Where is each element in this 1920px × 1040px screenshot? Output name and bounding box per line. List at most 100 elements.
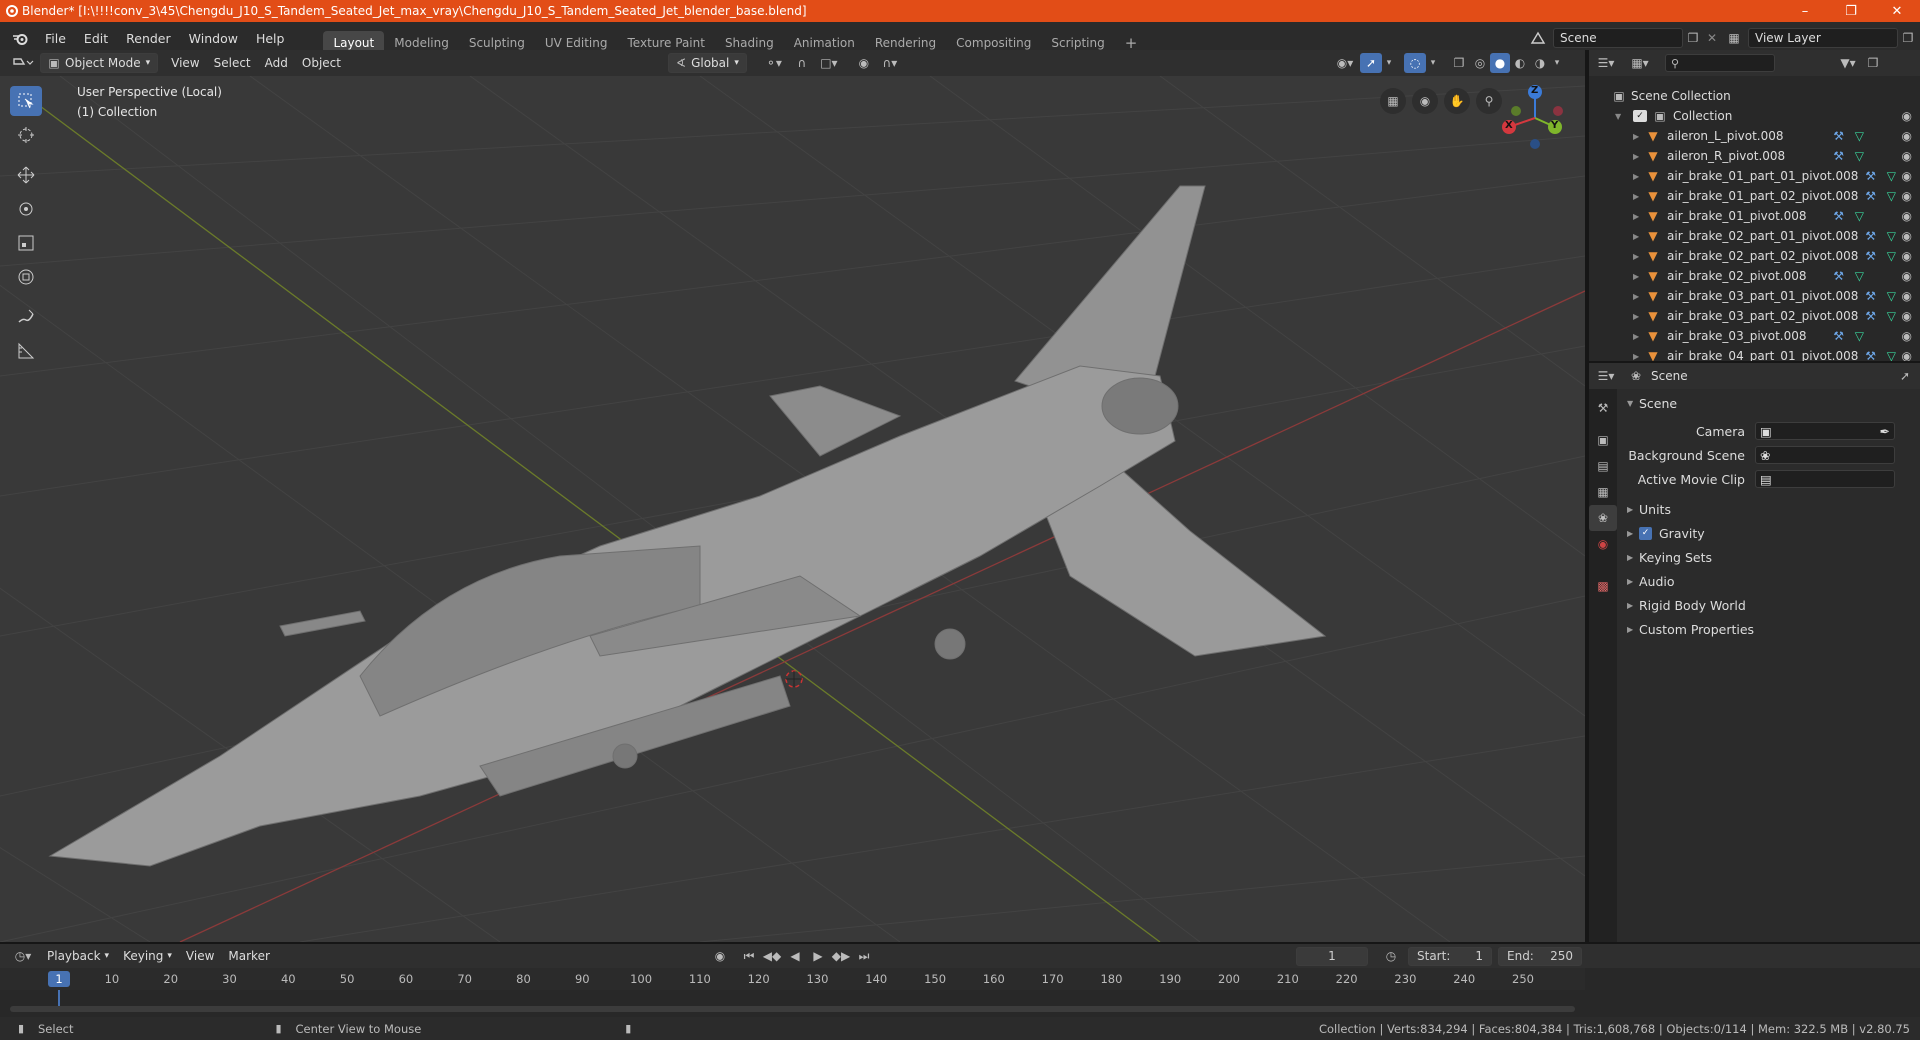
scene-tab-icon[interactable]: ❀ (1589, 505, 1617, 531)
gizmo-toggle-icon[interactable]: ➚ (1360, 53, 1382, 73)
mesh-data-icon[interactable]: ▽ (1887, 169, 1896, 183)
jump-start-icon[interactable]: ⏮ (739, 946, 759, 966)
preview-range-clock-icon[interactable]: ◷ (1380, 946, 1402, 966)
close-button[interactable]: ✕ (1874, 0, 1920, 22)
modifier-wrench-icon[interactable]: ⚒ (1865, 309, 1876, 323)
menu-file[interactable]: File (36, 28, 75, 50)
mesh-data-icon[interactable]: ▽ (1887, 289, 1896, 303)
world-tab-icon[interactable]: ◉ (1589, 531, 1617, 557)
texture-tab-icon[interactable]: ▩ (1589, 573, 1617, 599)
new-scene-icon[interactable]: ❐ (1683, 28, 1703, 48)
pivot-point-icon[interactable]: ⚬▾ (757, 53, 791, 73)
expand-arrow-icon[interactable]: ▶ (1633, 132, 1645, 141)
expand-arrow-icon[interactable]: ▶ (1633, 312, 1645, 321)
timeline-view-menu[interactable]: View (179, 946, 221, 966)
eye-icon[interactable]: ◉ (1902, 289, 1912, 303)
scene-selector-icon[interactable] (1525, 27, 1553, 49)
eye-icon[interactable]: ◉ (1902, 209, 1912, 223)
jump-end-icon[interactable]: ⏭ (854, 946, 874, 966)
timeline-ruler[interactable]: 10 20 30 40 50 60 70 80 90 100 110 120 130 140 150 160 1… (0, 968, 1585, 990)
scene-field[interactable]: Scene (1553, 28, 1683, 48)
properties-section-gravity[interactable]: ▶ ✓ Gravity (1617, 521, 1920, 545)
eye-icon[interactable]: ◉ (1902, 309, 1912, 323)
outliner-object-row[interactable]: ▶ ▼ air_brake_01_part_01_pivot.008 ⚒ ▽ ◉ (1589, 166, 1920, 186)
menu-window[interactable]: Window (180, 28, 247, 50)
modifier-wrench-icon[interactable]: ⚒ (1833, 209, 1844, 223)
properties-editor-icon[interactable]: ☰▾ (1589, 366, 1623, 386)
editor-type-icon[interactable] (6, 53, 40, 73)
mesh-data-icon[interactable]: ▽ (1855, 129, 1864, 143)
proportional-editing-icon[interactable]: ◉ (853, 53, 875, 73)
measure-tool-icon[interactable] (10, 336, 42, 366)
modifier-wrench-icon[interactable]: ⚒ (1833, 329, 1844, 343)
modifier-wrench-icon[interactable]: ⚒ (1865, 249, 1876, 263)
menu-render[interactable]: Render (117, 28, 180, 50)
outliner-object-row[interactable]: ▶ ▼ aileron_L_pivot.008 ⚒ ▽ ◉ (1589, 126, 1920, 146)
modifier-wrench-icon[interactable]: ⚒ (1865, 289, 1876, 303)
viewport-menu-object[interactable]: Object (295, 53, 348, 73)
scale-tool-icon[interactable] (10, 228, 42, 258)
marker-menu[interactable]: Marker (221, 946, 276, 966)
checkbox-icon[interactable]: ✓ (1633, 110, 1647, 122)
modifier-wrench-icon[interactable]: ⚒ (1865, 189, 1876, 203)
expand-arrow-icon[interactable]: ▶ (1633, 292, 1645, 301)
remove-scene-icon[interactable]: ✕ (1703, 28, 1721, 48)
material-shading-icon[interactable]: ◐ (1510, 53, 1530, 73)
xray-icon[interactable]: ❐ (1448, 53, 1470, 73)
eye-icon[interactable]: ◉ (1902, 329, 1912, 343)
eye-icon[interactable]: ◉ (1902, 249, 1912, 263)
menu-edit[interactable]: Edit (75, 28, 117, 50)
modifier-wrench-icon[interactable]: ⚒ (1865, 169, 1876, 183)
snap-target-icon[interactable]: □▾ (813, 53, 845, 73)
overlays-dropdown-icon[interactable]: ▾ (1426, 53, 1440, 73)
timeline-editor-icon[interactable]: ◷▾ (6, 946, 40, 966)
play-icon[interactable]: ▶ (808, 946, 828, 966)
outliner-object-row[interactable]: ▶ ▼ air_brake_03_part_01_pivot.008 ⚒ ▽ ◉ (1589, 286, 1920, 306)
eye-icon[interactable]: ◉ (1902, 269, 1912, 283)
mesh-data-icon[interactable]: ▽ (1855, 149, 1864, 163)
expand-arrow-icon[interactable]: ▶ (1633, 252, 1645, 261)
pan-hand-icon[interactable]: ✋ (1444, 88, 1470, 114)
expand-arrow-icon[interactable]: ▼ (1615, 112, 1627, 121)
playhead-frame-indicator[interactable]: 1 (48, 971, 70, 987)
eye-icon[interactable]: ◉ (1902, 149, 1912, 163)
transform-orientation-dropdown[interactable]: ∢ Global ▾ (668, 53, 747, 73)
annotate-tool-icon[interactable] (10, 302, 42, 332)
end-frame-field[interactable]: End: 250 (1498, 946, 1582, 966)
camera-view-icon[interactable]: ◉ (1412, 88, 1438, 114)
snap-icon[interactable]: ∩ (791, 53, 813, 73)
keying-menu[interactable]: Keying ▾ (116, 946, 179, 966)
outliner-object-row[interactable]: ▶ ▼ air_brake_03_part_02_pivot.008 ⚒ ▽ ◉ (1589, 306, 1920, 326)
falloff-icon[interactable]: ∩▾ (875, 53, 905, 73)
eye-icon[interactable]: ◉ (1902, 169, 1912, 183)
filter-icon[interactable]: ▼▾ (1833, 53, 1863, 73)
eye-icon[interactable]: ◉ (1902, 129, 1912, 143)
outliner-object-row[interactable]: ▶ ▼ air_brake_01_pivot.008 ⚒ ▽ ◉ (1589, 206, 1920, 226)
properties-section-audio[interactable]: ▶ Audio (1617, 569, 1920, 593)
outliner-object-row[interactable]: ▶ ▼ air_brake_02_pivot.008 ⚒ ▽ ◉ (1589, 266, 1920, 286)
background-scene-field[interactable]: ❀ (1755, 446, 1895, 464)
outliner-object-row[interactable]: ▶ ▼ aileron_R_pivot.008 ⚒ ▽ ◉ (1589, 146, 1920, 166)
3d-viewport[interactable]: User Perspective (Local) (1) Collection … (0, 76, 1585, 942)
expand-arrow-icon[interactable]: ▶ (1633, 352, 1645, 361)
view-layer-tab-icon[interactable]: ▦ (1589, 479, 1617, 505)
mesh-data-icon[interactable]: ▽ (1887, 249, 1896, 263)
timeline-scrollbar[interactable] (10, 1006, 1575, 1012)
view-layer-icon[interactable]: ▦ (1720, 27, 1748, 49)
wireframe-shading-icon[interactable]: ◎ (1470, 53, 1490, 73)
gizmo-dropdown-icon[interactable]: ▾ (1382, 53, 1396, 73)
view-layer-field[interactable]: View Layer (1748, 28, 1898, 48)
expand-arrow-icon[interactable]: ▶ (1633, 332, 1645, 341)
start-frame-field[interactable]: Start: 1 (1408, 946, 1492, 966)
select-box-tool-icon[interactable] (10, 86, 42, 116)
display-mode-icon[interactable]: ▦▾ (1623, 53, 1657, 73)
expand-arrow-icon[interactable]: ▶ (1633, 212, 1645, 221)
navigation-gizmo[interactable]: Z Y X (1495, 78, 1575, 158)
current-frame-field[interactable]: 1 (1296, 946, 1368, 966)
mesh-data-icon[interactable]: ▽ (1855, 269, 1864, 283)
outliner-object-row[interactable]: ▶ ▼ air_brake_02_part_01_pivot.008 ⚒ ▽ ◉ (1589, 226, 1920, 246)
eye-icon[interactable]: ◉ (1902, 189, 1912, 203)
mode-dropdown[interactable]: ▣ Object Mode ▾ (40, 53, 159, 73)
modifier-wrench-icon[interactable]: ⚒ (1865, 229, 1876, 243)
mesh-data-icon[interactable]: ▽ (1887, 229, 1896, 243)
